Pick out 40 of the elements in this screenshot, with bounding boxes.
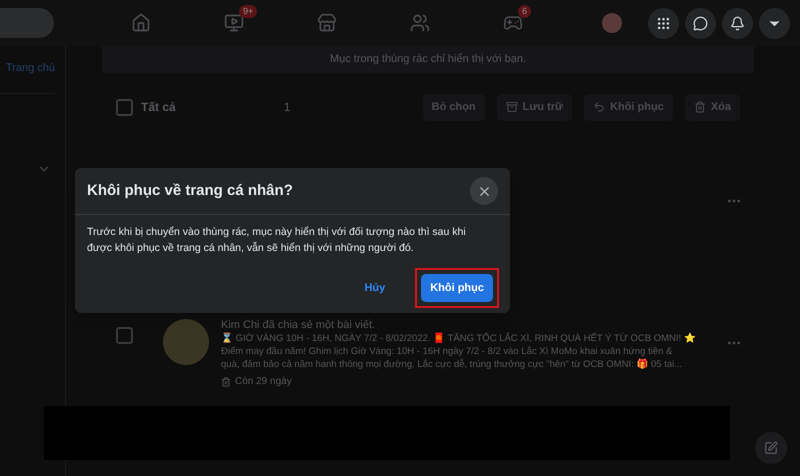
trash-icon bbox=[221, 376, 231, 386]
notification-badge: 6 bbox=[518, 5, 532, 18]
menu-button[interactable] bbox=[648, 8, 679, 38]
nav-icon bbox=[224, 13, 244, 33]
remaining-days: Còn 29 ngày bbox=[235, 375, 292, 388]
search-field[interactable] bbox=[0, 8, 54, 38]
post-title: Kim Chi đã chia sẻ một bài viết. bbox=[221, 319, 376, 332]
home-link[interactable]: Trang chủ bbox=[6, 60, 55, 76]
grid-icon bbox=[656, 16, 671, 30]
undo-icon bbox=[593, 101, 606, 113]
notifications-button[interactable] bbox=[722, 8, 753, 38]
edit-icon bbox=[764, 441, 778, 455]
bell-icon bbox=[730, 16, 745, 30]
trash-icon bbox=[694, 101, 706, 113]
photo-placeholder bbox=[163, 319, 209, 365]
post-text: ⌛ GIỜ VÀNG 10H - 16H, NGÀY 7/2 - 8/02/2022. 🧧 TĂNG TỐC LẮC XÌ, RINH QUÀ HẾT Ý TỪ OCB OMNI! ⭐ bbox=[221, 332, 697, 345]
dialog-message: Trước khi bị chuyển vào thùng rác, mục này hiển thị với đối tượng nào thì sau khi được khôi phục về trang cá nhân, vẫn sẽ hiển thị với những người đó. bbox=[86, 225, 467, 256]
selected-count: 1 bbox=[284, 99, 290, 116]
nav-icon bbox=[410, 13, 430, 33]
nav-icon bbox=[130, 13, 150, 33]
notice-bar: Mục trong thùng rác chỉ hiển thị với bạn. bbox=[102, 46, 754, 73]
checkbox[interactable] bbox=[116, 98, 133, 116]
archive-icon bbox=[506, 101, 518, 113]
messenger-button[interactable] bbox=[685, 8, 716, 38]
compose-button[interactable] bbox=[755, 432, 787, 464]
close-button[interactable] bbox=[470, 177, 498, 205]
checkbox[interactable] bbox=[116, 327, 133, 344]
nav-tab[interactable]: 9+ bbox=[187, 3, 280, 43]
restore-button[interactable]: Khôi phục bbox=[421, 274, 493, 302]
nav-icon bbox=[316, 13, 336, 33]
cancel-button[interactable]: Hủy bbox=[364, 280, 386, 296]
nav-tab[interactable]: 6 bbox=[466, 3, 559, 43]
dialog-title: Khôi phục về trang cá nhân? bbox=[87, 180, 293, 201]
notification-badge: 9+ bbox=[239, 5, 258, 18]
post-text: Điểm may đầu năm! Ghim lịch Giờ Vàng: 10H - 16H ngày 7/2 - 8/2 vào Lắc Xì MoMo khai xuân hứng tiền & bbox=[221, 345, 674, 358]
profile-avatar[interactable] bbox=[602, 13, 622, 33]
select-all-label: Tất cả bbox=[141, 99, 176, 116]
account-button[interactable] bbox=[759, 8, 790, 38]
post-text: quà, đảm bảo cả năm hanh thông mọi đường. Lắc cực dễ, trúng thưởng cực "hên" từ OCB OMNI: 🎁 05 tai... bbox=[221, 358, 684, 371]
chat-bubble-icon bbox=[693, 16, 708, 30]
